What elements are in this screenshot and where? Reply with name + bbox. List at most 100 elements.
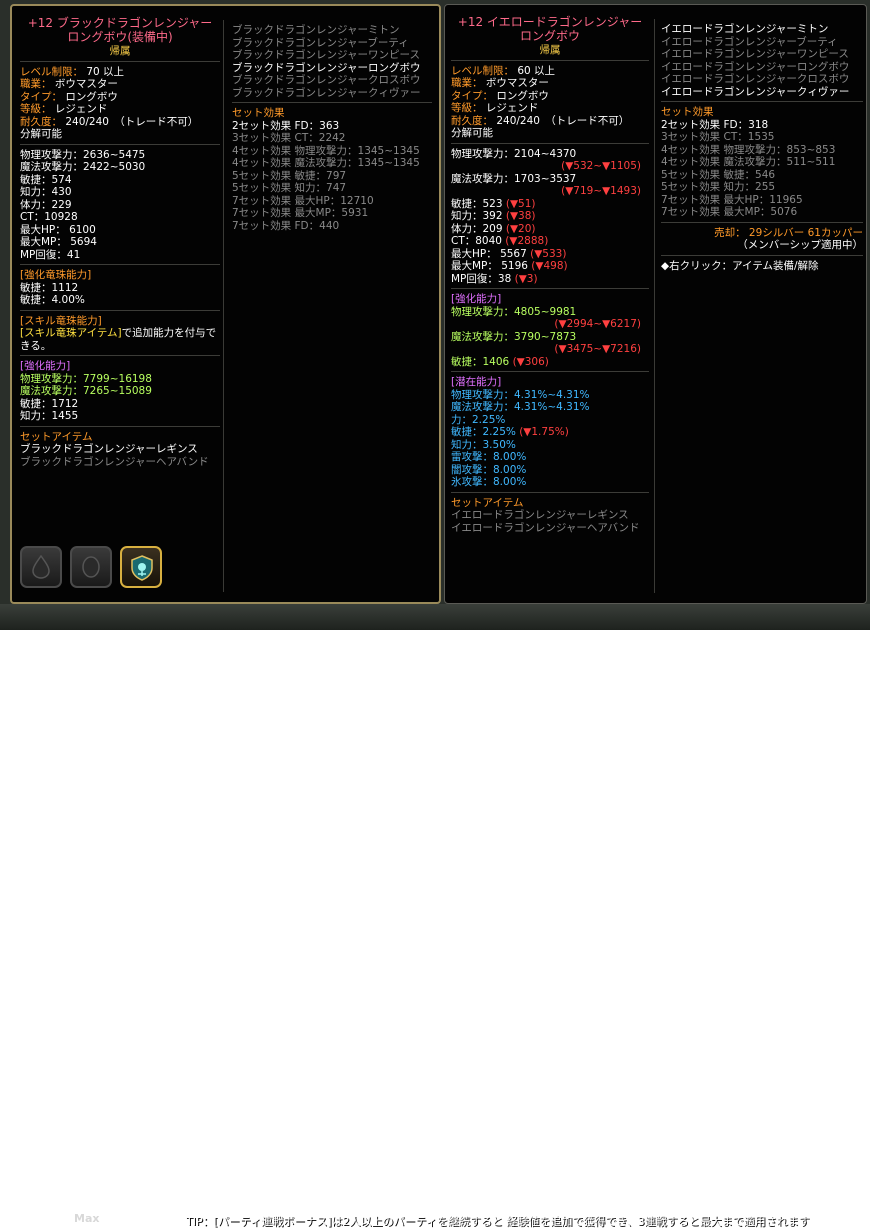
- set-list-missing-b: ブラックドラゴンレンジャークロスボウ ブラックドラゴンレンジャークィヴァー: [232, 74, 432, 99]
- skill-slot-equipped[interactable]: [120, 546, 162, 588]
- list-item: 闇攻撃：8.00%: [451, 463, 527, 476]
- list-item: イエロードラゴンレンジャーミトン: [661, 23, 829, 35]
- set-list-missing: イエロードラゴンレンジャーブーティ イエロードラゴンレンジャーワンピース イエロード…: [661, 36, 863, 86]
- list-item: 魔法攻撃力：7265~15089: [20, 385, 152, 397]
- list-item: イエロードラゴンレンジャーブーティ: [661, 35, 838, 48]
- potential-list-a: 物理攻撃力：4.31%~4.31% 魔法攻撃力：4.31%~4.31% 力：2.25…: [451, 389, 649, 427]
- list-item: 3セット効果 CT：2242: [232, 132, 346, 144]
- stat-row: 最大HP： 5567 (▼533): [451, 247, 567, 260]
- stat-diff: (▼719~▼1493): [561, 185, 641, 197]
- list-item: 2セット効果 FD：363: [232, 119, 340, 132]
- shield-emblem-icon: [131, 555, 153, 581]
- list-item: ブラックドラゴンレンジャーヘアバンド: [20, 455, 209, 468]
- list-item: 等級： レジェンド: [20, 103, 108, 115]
- sell-price: 売却： 29シルバー 61カッパー: [714, 226, 863, 239]
- stat-row: 魔法攻撃力：1703~3537: [451, 172, 577, 185]
- list-item: 耐久度： 240/240 （トレード不可）: [451, 114, 630, 127]
- bottom-hud-bar: Max TIP：[パーティ連戦ボーナス]は2人以上のパーティを継続すると 経験値…: [0, 604, 870, 1228]
- list-item: 職業： ボウマスター: [451, 77, 549, 89]
- list-item: 5セット効果 敏捷：797: [232, 169, 347, 182]
- tip-message: TIP：[パーティ連戦ボーナス]は2人以上のパーティを継続すると 経験値を追加で…: [186, 1216, 810, 1228]
- list-item: 7セット効果 FD：440: [232, 219, 340, 232]
- set-list-missing-a: ブラックドラゴンレンジャーミトン ブラックドラゴンレンジャーブーティ ブラックドラゴ…: [232, 24, 432, 62]
- stat-diff: (▼3475~▼7216): [554, 343, 641, 355]
- skill-slot-empty-1[interactable]: [20, 546, 62, 588]
- list-item: レベル制限： 60 以上: [451, 64, 556, 77]
- stat-compare-list: 敏捷：523 (▼51) 知力：392 (▼38) 体力：209 (▼20) CT：8…: [451, 198, 649, 286]
- enhance-attack-compare: 物理攻撃力：4805~9981 (▼2994~▼6217) 魔法攻撃力：3790~7…: [451, 306, 649, 356]
- list-item: 3セット効果 CT：1535: [661, 131, 775, 143]
- list-item: レベル制限： 70 以上: [20, 65, 125, 78]
- item-title-line1: +12 イエロードラゴンレンジャー: [457, 15, 643, 29]
- set-effect-inactive: 3セット効果 CT：1535 4セット効果 物理攻撃力：853~853 4セット効果…: [661, 131, 863, 219]
- list-item: 4セット効果 物理攻撃力：853~853: [661, 143, 836, 156]
- list-item: 知力：3.50%: [451, 438, 516, 451]
- stat-row: CT：8040 (▼2888): [451, 235, 549, 247]
- item-info-list: レベル制限： 60 以上 職業： ボウマスター タイプ： ロングボウ 等級： レジェン…: [451, 65, 649, 140]
- list-item: 物理攻撃力：2636~5475: [20, 148, 146, 161]
- enhance-attack-list: 物理攻撃力：7799~16198 魔法攻撃力：7265~15089: [20, 373, 220, 398]
- list-item: 敏捷：574: [20, 173, 72, 186]
- list-item: タイプ： ロングボウ: [451, 89, 549, 102]
- item-title-line2: ロングボウ: [519, 29, 580, 43]
- list-item: 5セット効果 敏捷：546: [661, 168, 776, 181]
- max-label: Max: [74, 1212, 100, 1225]
- list-item: 物理攻撃力：7799~16198: [20, 372, 152, 385]
- right-click-hint: ◆右クリック：アイテム装備/解除: [661, 259, 819, 272]
- list-item: 物理攻撃力：4.31%~4.31%: [451, 388, 590, 401]
- enhance-header: [強化能力]: [20, 360, 71, 372]
- set-list-owned: ブラックドラゴンレンジャーロングボウ: [232, 62, 432, 75]
- list-item: イエロードラゴンレンジャークロスボウ: [661, 73, 850, 85]
- list-item: 敏捷：1112: [20, 281, 79, 294]
- set-items-owned: ブラックドラゴンレンジャーレギンス: [20, 443, 220, 456]
- list-item: 敏捷：1712: [20, 397, 79, 410]
- stat-row: 敏捷：523 (▼51): [451, 197, 536, 210]
- stat-row: MP回復：38 (▼3): [451, 272, 538, 285]
- compare-item-tooltip: +12 イエロードラゴンレンジャー ロングボウ 帰属 レベル制限： 60 以上職…: [444, 4, 867, 604]
- stat-row: 物理攻撃力：4805~9981: [451, 305, 577, 318]
- enhance-header: [強化能力]: [451, 293, 502, 305]
- stat-diff: (▼2994~▼6217): [554, 318, 641, 330]
- enhance-stat-list: 敏捷：1712 知力：1455: [20, 398, 220, 423]
- set-info-column: ブラックドラゴンレンジャーミトン ブラックドラゴンレンジャーブーティ ブラックドラゴ…: [232, 24, 432, 602]
- skill-orb-header: [スキル竜珠能力]: [20, 314, 102, 327]
- list-item: イエロードラゴンレンジャーレギンス: [451, 509, 629, 521]
- item-info-list: レベル制限： 70 以上 職業： ボウマスター タイプ： ロングボウ 等級： レジェン…: [20, 66, 220, 141]
- stat-row: 知力：392 (▼38): [451, 210, 536, 222]
- skill-slot-empty-2[interactable]: [70, 546, 112, 588]
- enhance-agi-row: 敏捷：1406 (▼306): [451, 355, 549, 368]
- stat-row: 体力：209 (▼20): [451, 222, 536, 235]
- list-item: ブラックドラゴンレンジャークィヴァー: [232, 86, 421, 99]
- list-item: イエロードラゴンレンジャーワンピース: [661, 48, 849, 60]
- stat-row: 物理攻撃力：2104~4370: [451, 147, 577, 160]
- list-item: 分解可能: [451, 127, 493, 139]
- equipped-item-tooltip: +12 ブラックドラゴンレンジャー ロングボウ(装備中) 帰属 レベル制限： 7…: [10, 4, 441, 604]
- list-item: 職業： ボウマスター: [20, 78, 118, 90]
- set-effect-active: 2セット効果 FD：318: [661, 119, 863, 132]
- list-item: タイプ： ロングボウ: [20, 90, 118, 103]
- potential-agi-row: 敏捷：2.25% (▼1.75%): [451, 426, 569, 438]
- list-item: CT：10928: [20, 211, 78, 223]
- orb-ability-list: 敏捷：1112 敏捷：4.00%: [20, 282, 220, 307]
- list-item: ブラックドラゴンレンジャーワンピース: [232, 49, 420, 61]
- list-item: 最大HP： 6100: [20, 223, 96, 236]
- drop-shape-icon: [32, 555, 50, 579]
- potential-list-b: 知力：3.50% 雷攻撃：8.00% 闇攻撃：8.00% 氷攻撃：8.00%: [451, 439, 649, 489]
- list-item: 魔法攻撃力：4.31%~4.31%: [451, 401, 590, 413]
- set-effect-header: セット効果: [661, 106, 714, 118]
- list-item: 7セット効果 最大MP：5931: [232, 207, 369, 219]
- item-title-line1: +12 ブラックドラゴンレンジャー: [27, 16, 213, 30]
- list-item: ブラックドラゴンレンジャークロスボウ: [232, 74, 421, 86]
- list-item: 4セット効果 魔法攻撃力：1345~1345: [232, 157, 420, 169]
- compare-set-column: イエロードラゴンレンジャーミトン イエロードラゴンレンジャーブーティ イエロードラ…: [661, 23, 863, 603]
- set-items-missing: ブラックドラゴンレンジャーヘアバンド: [20, 456, 220, 469]
- list-item: 分解可能: [20, 128, 62, 140]
- set-item-header: セットアイテム: [20, 430, 93, 443]
- set-item-header: セットアイテム: [451, 496, 524, 509]
- attack-compare-list: 物理攻撃力：2104~4370 (▼532~▼1105) 魔法攻撃力：1703~35…: [451, 148, 649, 198]
- set-effect-header: セット効果: [232, 107, 285, 119]
- list-item: 氷攻撃：8.00%: [451, 476, 527, 488]
- compare-detail-column: +12 イエロードラゴンレンジャー ロングボウ 帰属 レベル制限： 60 以上職…: [451, 15, 649, 603]
- list-item: 力：2.25%: [451, 413, 506, 426]
- base-stats-list: 物理攻撃力：2636~5475 魔法攻撃力：2422~5030 敏捷：574 知力：4…: [20, 149, 220, 262]
